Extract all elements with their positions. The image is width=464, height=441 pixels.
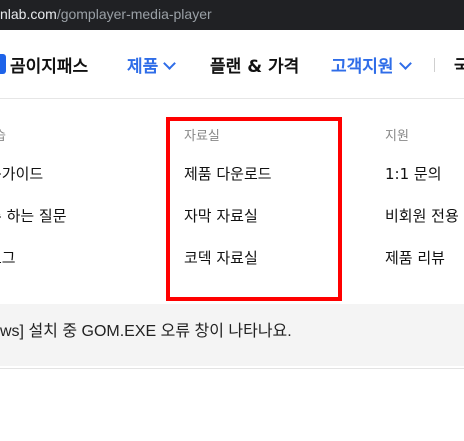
menu-item-faq[interactable]: 주 하는 질문 (0, 205, 67, 226)
browser-url-bar[interactable]: nlab.com/gomplayer-media-player (0, 0, 464, 30)
url-path: /gomplayer-media-player (56, 6, 212, 22)
chevron-down-icon (398, 57, 412, 70)
menu-item-user-guide[interactable]: 용가이드 (0, 163, 43, 184)
nav-product-label: 제품 (127, 57, 159, 77)
chevron-down-icon (163, 57, 177, 70)
menu-item-guest-only[interactable]: 비회원 전용 (385, 205, 459, 226)
nav-support-label: 고객지원 (331, 57, 394, 77)
site-header: 곰이지패스 제품 플랜 & 가격 고객지원 국 (0, 30, 464, 99)
nav-plan-label: 플랜 & 가격 (210, 57, 300, 77)
column-title: 지원 (385, 129, 409, 144)
nav-divider (434, 58, 435, 72)
nav-plan-pricing[interactable]: 플랜 & 가격 (210, 52, 299, 77)
nav-product[interactable]: 제품 (127, 52, 177, 77)
address-text[interactable]: nlab.com/gomplayer-media-player (0, 6, 212, 22)
divider (0, 368, 464, 369)
logo-icon[interactable] (0, 54, 6, 74)
logo-text[interactable]: 곰이지패스 (10, 52, 88, 77)
menu-item-blog[interactable]: 로그 (0, 247, 16, 268)
column-title: 습 (0, 125, 6, 144)
nav-support[interactable]: 고객지원 (331, 52, 412, 77)
url-host: nlab.com (0, 6, 57, 22)
notice-link[interactable]: ws] 설치 중 GOM.EXE 오류 창이 나타나요. (0, 317, 292, 341)
highlight-box (166, 117, 342, 301)
menu-item-product-review[interactable]: 제품 리뷰 (385, 247, 445, 268)
nav-language[interactable]: 국 (454, 52, 464, 77)
menu-item-inquiry[interactable]: 1:1 문의 (385, 163, 442, 184)
